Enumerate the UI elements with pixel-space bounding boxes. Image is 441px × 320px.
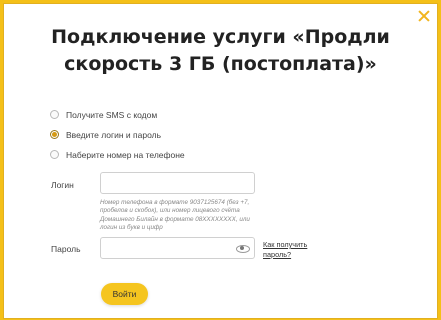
how-to-get-password-link[interactable]: Как получить пароль?: [263, 240, 333, 259]
radio-label: Наберите номер на телефоне: [66, 149, 185, 160]
login-hint: Номер телефона в формате 9037125674 (без…: [100, 199, 250, 231]
password-label: Пароль: [51, 244, 81, 254]
radio-label: Получите SMS с кодом: [66, 109, 158, 120]
radio-label: Введите логин и пароль: [66, 129, 162, 140]
radio-option-phone-dial[interactable]: Наберите номер на телефоне: [50, 145, 185, 164]
login-label: Логин: [51, 180, 74, 190]
login-button[interactable]: Войти: [101, 283, 148, 305]
show-password-icon[interactable]: [236, 244, 250, 253]
close-icon[interactable]: [417, 9, 431, 23]
radio-button-selected[interactable]: [50, 130, 59, 139]
auth-method-group: Получите SMS с кодом Введите логин и пар…: [50, 105, 185, 165]
login-input[interactable]: [100, 172, 255, 194]
dialog: Подключение услуги «Продли скорость 3 ГБ…: [3, 3, 438, 319]
radio-option-login-password[interactable]: Введите логин и пароль: [50, 125, 185, 144]
radio-button[interactable]: [50, 150, 59, 159]
password-input[interactable]: [100, 237, 255, 259]
radio-button[interactable]: [50, 110, 59, 119]
dialog-title: Подключение услуги «Продли скорость 3 ГБ…: [51, 26, 390, 75]
radio-option-sms[interactable]: Получите SMS с кодом: [50, 105, 185, 124]
